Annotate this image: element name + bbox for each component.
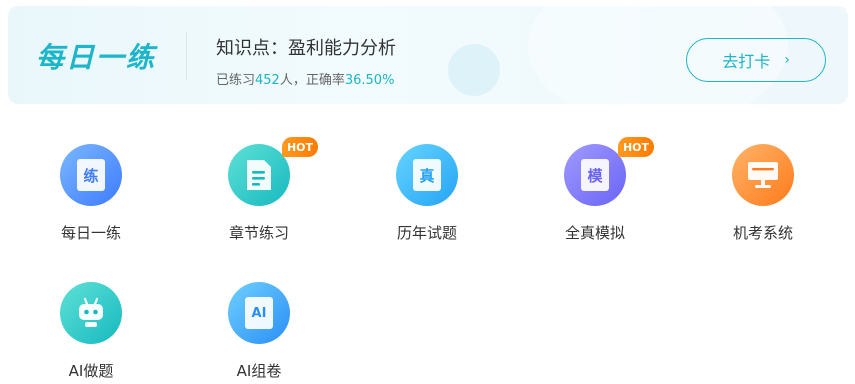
tile-chapter-practice[interactable]: HOT 章节练习 bbox=[198, 137, 318, 254]
hot-badge: HOT bbox=[282, 137, 318, 157]
banner-divider bbox=[186, 32, 187, 80]
accuracy-rate: 36.50% bbox=[344, 73, 395, 88]
past-exams-icon: 真 bbox=[396, 144, 458, 206]
monitor-icon bbox=[748, 162, 778, 188]
practice-count: 452 bbox=[255, 73, 280, 88]
tile-label: 每日一练 bbox=[60, 224, 121, 242]
tile-ai-practice[interactable]: AI做题 bbox=[30, 282, 150, 384]
banner-decoration-circle bbox=[448, 44, 500, 96]
tile-label: AI组卷 bbox=[236, 362, 282, 380]
ai-paper-icon: AI bbox=[228, 282, 290, 344]
banner-brand-title: 每日一练 bbox=[36, 41, 157, 74]
daily-practice-icon: 练 bbox=[60, 144, 122, 206]
stats-middle: 人，正确率 bbox=[279, 73, 345, 88]
chevron-right-icon: › bbox=[784, 52, 790, 68]
computer-exam-icon bbox=[732, 144, 794, 206]
check-in-button[interactable]: 去打卡 › bbox=[686, 38, 826, 82]
tile-label: 全真模拟 bbox=[564, 224, 625, 242]
hot-badge: HOT bbox=[618, 137, 654, 157]
daily-practice-banner: 每日一练 知识点：盈利能力分析 已练习452人，正确率36.50% 去打卡 › bbox=[8, 6, 848, 104]
tile-computer-exam[interactable]: 机考系统 bbox=[702, 144, 822, 254]
tile-label: AI做题 bbox=[68, 362, 114, 380]
tile-label: 历年试题 bbox=[396, 224, 457, 242]
tile-label: 机考系统 bbox=[732, 224, 793, 242]
mock-exam-icon: 模 bbox=[564, 144, 626, 206]
ai-glyph: AI bbox=[245, 297, 273, 329]
tile-ai-paper[interactable]: AI AI组卷 bbox=[198, 282, 318, 384]
mock-glyph: 模 bbox=[581, 159, 609, 191]
practice-glyph: 练 bbox=[77, 159, 105, 191]
exam-glyph: 真 bbox=[413, 159, 441, 191]
stats-prefix: 已练习 bbox=[216, 73, 256, 88]
tile-past-exams[interactable]: 真 历年试题 bbox=[366, 144, 486, 254]
check-in-label: 去打卡 bbox=[722, 52, 771, 71]
robot-icon bbox=[79, 297, 103, 327]
tile-mock-exam[interactable]: 模 HOT 全真模拟 bbox=[534, 137, 654, 254]
document-icon bbox=[247, 160, 271, 190]
practice-stats: 已练习452人，正确率36.50% bbox=[216, 69, 394, 88]
knowledge-point-title: 知识点：盈利能力分析 bbox=[216, 38, 396, 59]
ai-robot-icon bbox=[60, 282, 122, 344]
tile-daily-practice[interactable]: 练 每日一练 bbox=[30, 144, 150, 254]
tile-label: 章节练习 bbox=[228, 224, 289, 242]
chapter-doc-icon bbox=[228, 144, 290, 206]
